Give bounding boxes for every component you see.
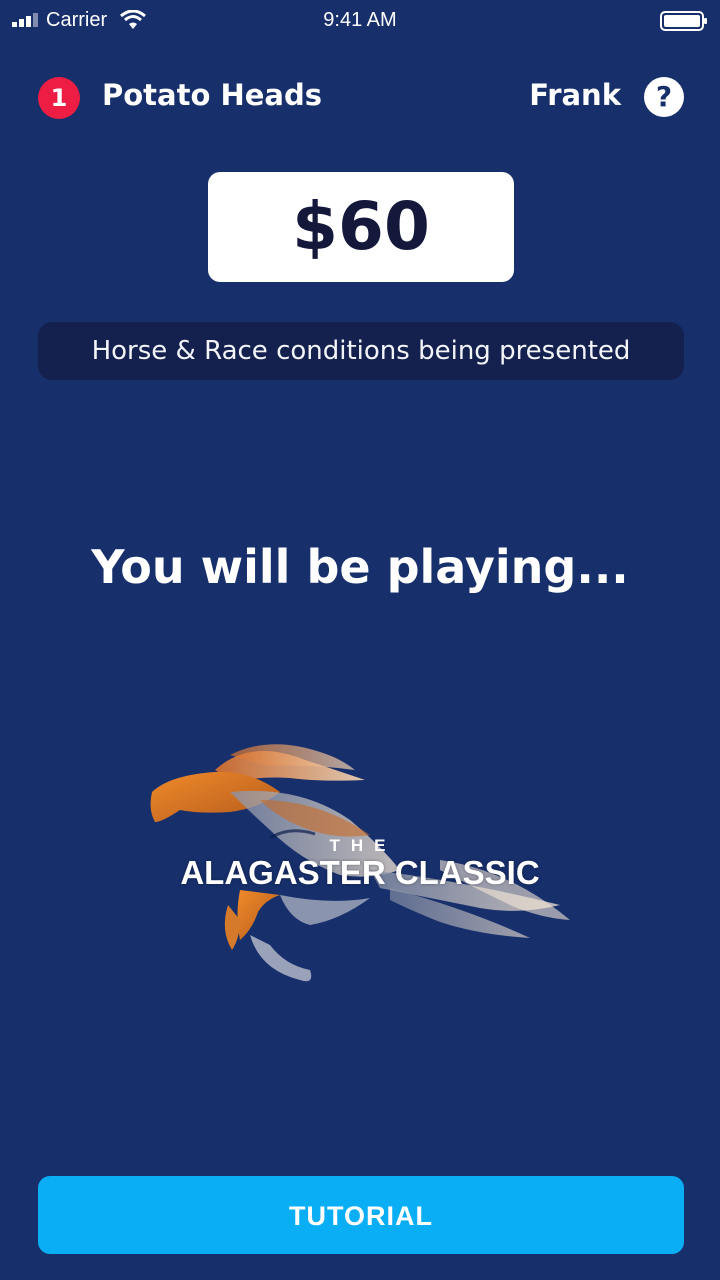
user-name: Frank xyxy=(529,78,621,112)
header: 1 Potato Heads Frank ? xyxy=(38,72,684,120)
team-rank-badge: 1 xyxy=(38,77,80,119)
prize-amount: $60 xyxy=(208,172,514,282)
team-name: Potato Heads xyxy=(102,78,323,112)
status-message: Horse & Race conditions being presented xyxy=(38,322,684,380)
help-icon[interactable]: ? xyxy=(644,77,684,117)
logo-title-text: ALAGASTER CLASSIC xyxy=(180,854,540,891)
battery-icon xyxy=(660,11,707,31)
logo-the-text: THE xyxy=(329,836,397,855)
clock: 9:41 AM xyxy=(323,9,397,31)
status-bar: Carrier 9:41 AM xyxy=(0,0,720,42)
tutorial-button[interactable]: TUTORIAL xyxy=(38,1176,684,1254)
playing-heading: You will be playing... xyxy=(91,540,629,594)
